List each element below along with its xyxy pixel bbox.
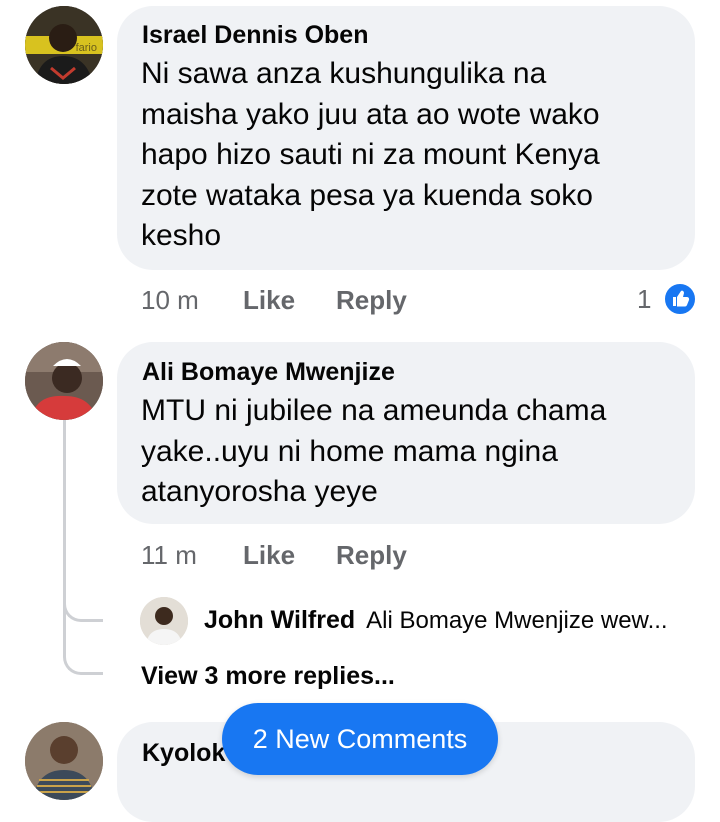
reply-button[interactable]: Reply [336, 285, 407, 316]
comment-time: 10 m [141, 285, 199, 315]
comment-author[interactable]: Ali Bomaye Mwenjize [142, 358, 395, 387]
comment-line: Ni sawa anza kushungulika na [141, 57, 547, 90]
comment-line: kesho [141, 219, 222, 252]
thread-connector [63, 590, 103, 622]
comment-line: zote wataka pesa ya kuenda soko [141, 178, 593, 212]
comment-line: maisha yako juu ata ao wote wako [141, 97, 600, 131]
avatar[interactable] [25, 722, 103, 800]
like-button[interactable]: Like [243, 540, 295, 571]
like-reaction-icon[interactable] [663, 282, 697, 316]
comment-line: atanyorosha yeye [141, 475, 378, 508]
comment-line: MTU ni jubilee na ameunda chama [141, 394, 607, 427]
avatar[interactable] [140, 597, 188, 645]
comment-time: 11 m [141, 540, 197, 570]
reply-preview[interactable]: John Wilfred Ali Bomaye Mwenjize wew... [204, 606, 668, 635]
view-more-replies[interactable]: View 3 more replies... [141, 662, 395, 691]
reply-button[interactable]: Reply [336, 540, 407, 571]
like-button[interactable]: Like [243, 285, 295, 316]
comment-line: yake..uyu ni home mama ngina [141, 434, 558, 468]
comment-text: Ni sawa anza kushungulika na maisha yako… [141, 54, 600, 257]
reaction-count[interactable]: 1 [637, 284, 651, 315]
comment-author[interactable]: Israel Dennis Oben [142, 21, 368, 50]
thread-connector [63, 620, 103, 675]
reply-author[interactable]: John Wilfred [204, 606, 355, 634]
reply-text: Ali Bomaye Mwenjize wew... [366, 607, 668, 634]
comment-line: hapo hizo sauti ni za mount Kenya [141, 138, 600, 171]
comment-text: MTU ni jubilee na ameunda chama yake..uy… [141, 391, 606, 513]
comment-author[interactable]: Kyolok [142, 739, 225, 768]
new-comments-button[interactable]: 2 New Comments [222, 703, 498, 775]
avatar-badge-text: fario [75, 42, 97, 54]
avatar[interactable]: fario [25, 6, 103, 84]
avatar[interactable] [25, 342, 103, 420]
